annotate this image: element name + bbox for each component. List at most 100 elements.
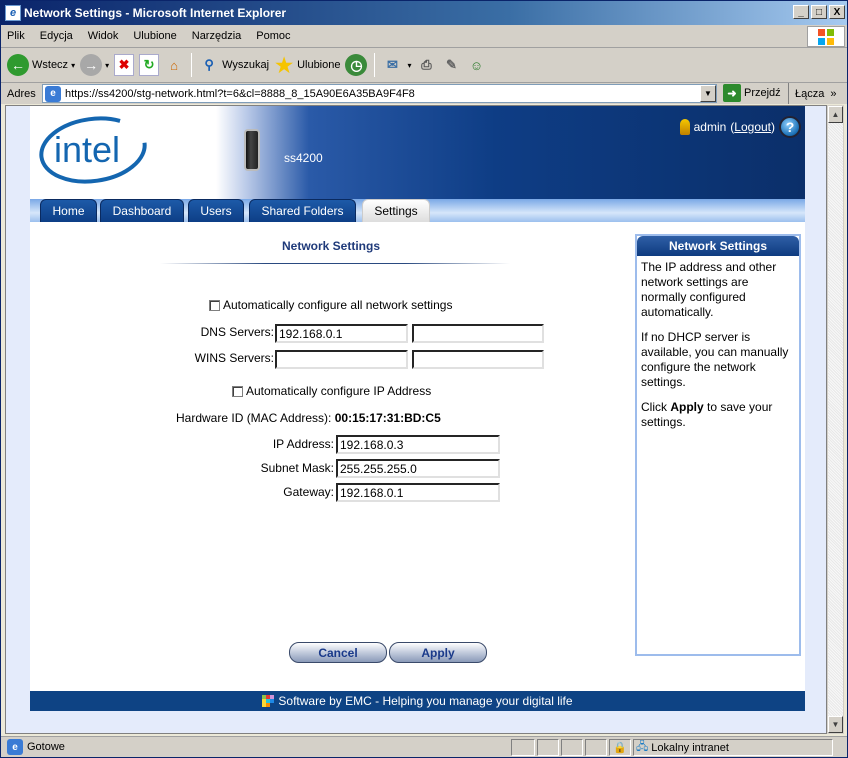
security-zone: 🖧 Lokalny intranet	[633, 739, 833, 756]
gateway-input[interactable]: 192.168.0.1	[336, 483, 500, 502]
gateway-label: Gateway:	[283, 485, 334, 499]
auto-ip-label: Automatically configure IP Address	[246, 384, 432, 398]
go-button[interactable]: ➜ Przejdź	[723, 84, 781, 102]
sidebar-text-1: The IP address and other network setting…	[641, 260, 777, 319]
device-name: ss4200	[284, 151, 323, 165]
dns-primary-input[interactable]: 192.168.0.1	[275, 324, 408, 343]
sidebar-text-3: Click Apply to save your settings.	[641, 400, 773, 429]
svg-text:intel: intel	[54, 129, 120, 170]
user-info: admin (Logout) ?	[679, 116, 801, 138]
page-status-icon: e	[7, 739, 23, 755]
auto-all-checkbox[interactable]	[209, 299, 220, 311]
scroll-up-button[interactable]: ▲	[828, 106, 843, 123]
mail-icon[interactable]: ✉	[382, 54, 402, 76]
close-button[interactable]: X	[829, 5, 845, 19]
ie-icon: e	[5, 5, 21, 21]
address-dropdown[interactable]: ▼	[700, 85, 716, 102]
wins-label: WINS Servers:	[194, 351, 274, 365]
user-icon	[679, 119, 690, 135]
window-title: Network Settings - Microsoft Internet Ex…	[24, 6, 287, 20]
title-bar: e Network Settings - Microsoft Internet …	[1, 1, 847, 25]
auto-ip-checkbox[interactable]	[232, 385, 243, 397]
maximize-button[interactable]: □	[811, 5, 827, 19]
stop-icon[interactable]: ✖	[114, 54, 135, 76]
status-text: Gotowe	[27, 741, 65, 753]
messenger-icon[interactable]: ☺	[467, 54, 487, 76]
form-title: Network Settings	[282, 239, 381, 253]
page-viewport: intel ss4200 admin (Logout) ? Home Dashb…	[5, 105, 827, 734]
subnet-mask-input[interactable]: 255.255.255.0	[336, 459, 500, 478]
mac-row: Hardware ID (MAC Address): 00:15:17:31:B…	[176, 411, 441, 425]
ip-address-input[interactable]: 192.168.0.3	[336, 435, 500, 454]
go-arrow-icon: ➜	[723, 84, 741, 102]
tab-shared-folders[interactable]: Shared Folders	[249, 199, 356, 222]
apply-button[interactable]: Apply	[389, 642, 487, 663]
windows-logo-icon	[807, 26, 845, 47]
wins-primary-input[interactable]	[275, 350, 408, 369]
tab-users[interactable]: Users	[188, 199, 244, 222]
mac-value: 00:15:17:31:BD:C5	[334, 411, 441, 425]
menu-edycja[interactable]: Edycja	[40, 30, 73, 42]
intranet-icon: 🖧	[636, 741, 649, 753]
help-sidebar: Network Settings The IP address and othe…	[635, 234, 801, 656]
intel-logo: intel	[39, 116, 147, 184]
forward-arrow-icon: →	[80, 54, 103, 76]
history-icon[interactable]: ◷	[345, 54, 368, 76]
help-icon[interactable]: ?	[779, 116, 801, 138]
search-button[interactable]: ⚲ Wyszukaj	[199, 54, 269, 76]
page-icon: e	[45, 85, 61, 102]
star-icon: ★	[275, 54, 294, 77]
emc-logo-icon	[262, 695, 275, 707]
sidebar-title: Network Settings	[637, 236, 799, 256]
menu-widok[interactable]: Widok	[88, 30, 119, 42]
minimize-button[interactable]: _	[793, 5, 809, 19]
back-button[interactable]: ← Wstecz ▾	[7, 54, 75, 76]
tab-home[interactable]: Home	[40, 199, 97, 222]
page-footer: Software by EMC - Helping you manage you…	[30, 691, 805, 711]
scroll-down-button[interactable]: ▼	[828, 716, 843, 733]
menu-narzedzia[interactable]: Narzędzia	[192, 30, 242, 42]
auto-all-row: Automatically configure all network sett…	[209, 298, 452, 312]
vertical-scrollbar[interactable]: ▲ ▼	[827, 105, 844, 734]
lock-icon: 🔒	[609, 739, 631, 756]
dns-label: DNS Servers:	[200, 325, 274, 339]
auto-all-label: Automatically configure all network sett…	[223, 298, 453, 312]
menu-bar: Plik Edycja Widok Ulubione Narzędzia Pom…	[1, 25, 847, 48]
username: admin	[693, 120, 727, 134]
address-bar: Adres e https://ss4200/stg-network.html?…	[1, 83, 847, 104]
menu-plik[interactable]: Plik	[7, 30, 25, 42]
browser-window: e Network Settings - Microsoft Internet …	[0, 0, 848, 758]
wins-secondary-input[interactable]	[412, 350, 544, 369]
toolbar: ← Wstecz ▾ → ▾ ✖ ↻ ⌂ ⚲ Wyszukaj ★ Ulubio…	[1, 48, 847, 83]
forward-button[interactable]: → ▾	[80, 54, 109, 76]
logout-link[interactable]: Logout	[734, 120, 771, 134]
menu-pomoc[interactable]: Pomoc	[256, 30, 290, 42]
device-icon	[244, 129, 260, 171]
tab-settings[interactable]: Settings	[362, 199, 430, 222]
web-page: intel ss4200 admin (Logout) ? Home Dashb…	[30, 106, 805, 711]
refresh-icon[interactable]: ↻	[139, 54, 160, 76]
mac-label: Hardware ID (MAC Address):	[176, 411, 332, 425]
cancel-button[interactable]: Cancel	[289, 642, 387, 663]
subnet-label: Subnet Mask:	[260, 461, 334, 475]
back-arrow-icon: ←	[7, 54, 29, 76]
links-button[interactable]: Łącza »	[788, 83, 836, 104]
print-icon[interactable]: ⎙	[417, 54, 437, 76]
auto-ip-row: Automatically configure IP Address	[232, 384, 431, 398]
sidebar-text-2: If no DHCP server is available, you can …	[641, 330, 789, 389]
nav-tabs: Home Dashboard Users Shared Folders Sett…	[30, 199, 805, 222]
footer-text: Software by EMC - Helping you manage you…	[278, 694, 573, 708]
tab-dashboard[interactable]: Dashboard	[100, 199, 184, 222]
menu-ulubione[interactable]: Ulubione	[133, 30, 176, 42]
ip-label: IP Address:	[272, 437, 334, 451]
address-input[interactable]: e https://ss4200/stg-network.html?t=6&cl…	[42, 84, 717, 103]
home-icon[interactable]: ⌂	[164, 54, 184, 76]
search-icon: ⚲	[204, 57, 214, 72]
status-bar: e Gotowe 🔒 🖧 Lokalny intranet	[1, 736, 847, 757]
edit-icon[interactable]: ✎	[442, 54, 462, 76]
page-header: intel ss4200 admin (Logout) ?	[30, 106, 805, 199]
dns-secondary-input[interactable]	[412, 324, 544, 343]
address-label: Adres	[7, 87, 36, 100]
favorites-button[interactable]: ★ Ulubione	[274, 54, 340, 77]
title-divider	[160, 263, 510, 264]
